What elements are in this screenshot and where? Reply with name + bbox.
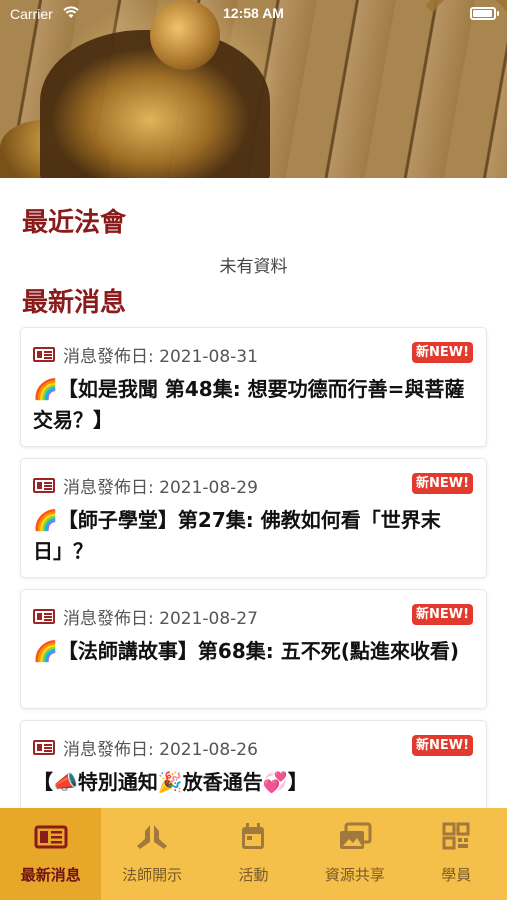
news-card[interactable]: 消息發佈日: 2021-08-31 新NEW! 🌈【如是我聞 第48集: 想要功… [20,327,487,447]
tab-label: 學員 [441,866,472,884]
recent-events-empty-text: 未有資料 [219,257,288,277]
newspaper-icon [33,739,55,755]
news-title: 【📣特別通知🎉放香通告💞】 [33,770,308,794]
tab-events[interactable]: 活動 [203,808,304,900]
tab-dharma-talks[interactable]: 法師開示 [101,808,202,900]
status-bar: Carrier 12:58 AM [0,0,507,28]
new-badge: 新NEW! [411,342,473,363]
tab-resources[interactable]: 資源共享 [304,808,405,900]
news-title: 🌈【如是我聞 第48集: 想要功德而行善=與菩薩交易？】 [33,377,465,432]
battery-level [473,10,492,17]
battery-icon [470,7,499,20]
news-meta: 消息發佈日: 2021-08-26 [33,735,258,760]
tab-latest-news[interactable]: 最新消息 [0,808,102,900]
news-date: 消息發佈日: 2021-08-27 [63,608,258,629]
newspaper-icon [33,477,55,493]
news-meta: 消息發佈日: 2021-08-31 [33,342,258,367]
newspaper-icon [33,608,55,624]
tab-label: 法師開示 [122,866,183,884]
images-icon [339,822,372,849]
news-card[interactable]: 消息發佈日: 2021-08-26 新NEW! 【📣特別通知🎉放香通告💞】 [20,720,487,820]
news-date: 消息發佈日: 2021-08-31 [63,346,258,367]
newspaper-icon [34,825,68,849]
calendar-icon [242,823,265,849]
news-card[interactable]: 消息發佈日: 2021-08-27 新NEW! 🌈【法師講故事】第68集: 五不… [20,589,487,709]
news-date: 消息發佈日: 2021-08-29 [63,477,258,498]
news-date: 消息發佈日: 2021-08-26 [63,739,258,760]
new-badge: 新NEW! [411,473,473,494]
news-title: 🌈【法師講故事】第68集: 五不死(點進來收看) [33,639,459,663]
new-badge: 新NEW! [411,735,473,756]
latest-news-title: 最新消息 [22,288,127,318]
new-badge: 新NEW! [411,604,473,625]
newspaper-icon [33,346,55,362]
news-title: 🌈【師子學堂】第27集: 佛教如何看「世界末日」？ [33,508,441,563]
tab-label: 活動 [238,866,269,884]
tab-members[interactable]: 學員 [406,808,507,900]
recent-events-title: 最近法會 [22,208,127,238]
news-card[interactable]: 消息發佈日: 2021-08-29 新NEW! 🌈【師子學堂】第27集: 佛教如… [20,458,487,578]
tab-label: 資源共享 [324,866,385,884]
news-meta: 消息發佈日: 2021-08-29 [33,473,258,498]
bottom-tab-bar: 最新消息 法師開示 活動 資源共享 學員 [0,808,507,900]
clock-time: 12:58 AM [223,5,284,21]
praying-hands-icon [137,825,168,849]
qr-code-icon [442,822,470,850]
tab-label: 最新消息 [20,866,81,884]
news-meta: 消息發佈日: 2021-08-27 [33,604,258,629]
